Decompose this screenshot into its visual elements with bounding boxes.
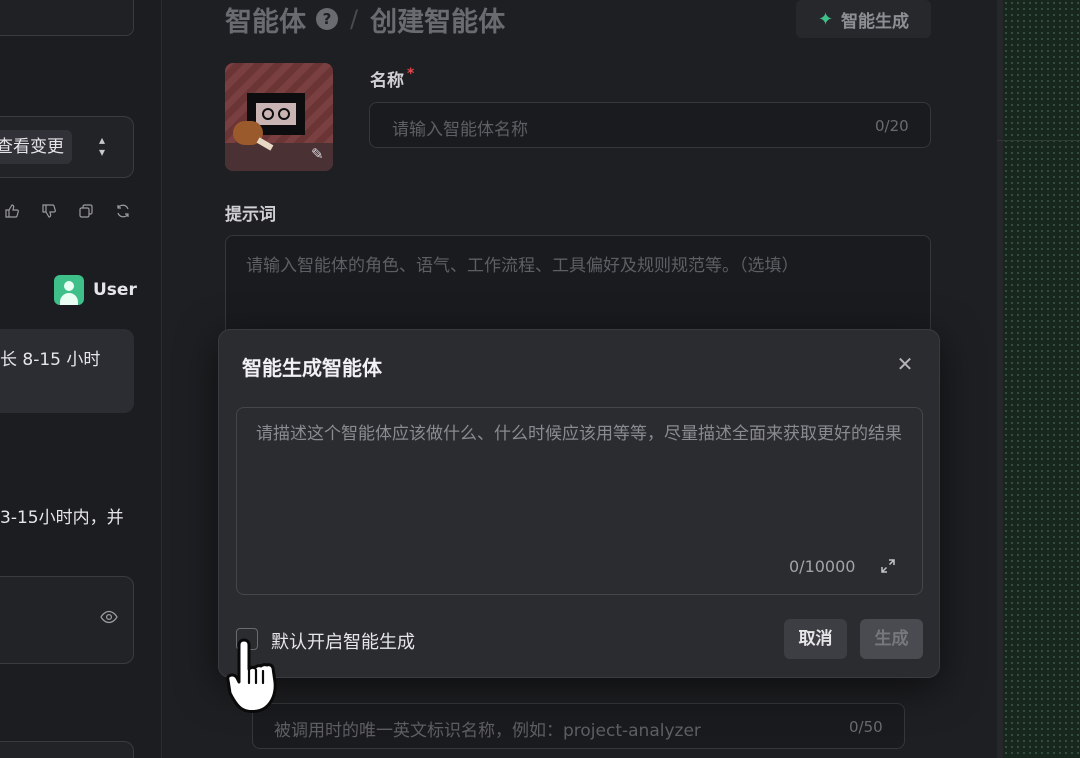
expand-icon[interactable] — [878, 558, 898, 578]
user-message-text: 长 8-15 小时 — [0, 350, 101, 370]
description-counter: 0/10000 — [789, 557, 856, 576]
eye-icon[interactable] — [100, 609, 118, 628]
thumbs-down-icon[interactable] — [39, 201, 59, 221]
assistant-message-text: 3-15小时内，并 — [0, 508, 124, 528]
identifier-placeholder: 被调用时的唯一英文标识名称，例如：project-analyzer — [274, 721, 701, 741]
thumbs-up-icon[interactable] — [2, 201, 22, 221]
view-changes-button[interactable]: 查看变更 — [0, 130, 72, 164]
name-input-placeholder: 请输入智能体名称 — [392, 120, 528, 140]
name-label: 名称 * — [370, 66, 414, 91]
name-counter: 0/20 — [875, 117, 909, 135]
page-title: 创建智能体 — [370, 6, 506, 38]
breadcrumb-root[interactable]: 智能体 — [225, 0, 306, 39]
breadcrumb-separator: / — [350, 5, 359, 33]
chat-panel: 查看变更 ▴ ▾ User 长 8-15 小时 3-15小时内，并 — [0, 0, 162, 758]
smart-generate-dialog: 智能生成智能体 ✕ 请描述这个智能体应该做什么、什么时候应该用等等，尽量描述全面… — [218, 329, 940, 678]
user-header: User — [54, 275, 137, 305]
preview-panel — [997, 0, 1080, 758]
prompt-label: 提示词 — [225, 205, 276, 225]
smart-generate-button[interactable]: ✦ 智能生成 — [796, 0, 931, 38]
message-actions — [2, 201, 133, 221]
smart-generate-label: 智能生成 — [841, 11, 910, 32]
sparkle-icon: ✦ — [817, 8, 834, 30]
chevron-up-down-icon[interactable]: ▴ ▾ — [92, 134, 112, 160]
help-icon[interactable]: ? — [316, 8, 338, 30]
hand-pointer-cursor-icon — [226, 636, 288, 716]
agent-avatar[interactable]: ✎ — [225, 63, 333, 171]
chat-input-box[interactable] — [0, 741, 134, 758]
generate-button[interactable]: 生成 — [860, 619, 923, 659]
identifier-input[interactable]: 被调用时的唯一英文标识名称，例如：project-analyzer 0/50 — [252, 703, 905, 749]
chat-top-box[interactable] — [0, 0, 134, 36]
close-icon[interactable]: ✕ — [893, 352, 917, 376]
dialog-title: 智能生成智能体 — [242, 356, 382, 380]
refresh-icon[interactable] — [113, 201, 133, 221]
name-input[interactable]: 请输入智能体名称 0/20 — [369, 102, 931, 148]
breadcrumb: 智能体 ? / 创建智能体 — [225, 0, 505, 38]
cancel-button[interactable]: 取消 — [784, 619, 847, 659]
user-avatar-icon — [54, 275, 84, 305]
user-message-bubble — [0, 329, 134, 413]
edit-pencil-icon[interactable]: ✎ — [311, 145, 324, 163]
identifier-counter: 0/50 — [849, 718, 883, 736]
auto-generate-label[interactable]: 默认开启智能生成 — [271, 628, 415, 654]
required-mark: * — [407, 66, 415, 82]
name-label-text: 名称 — [370, 71, 404, 91]
description-textarea[interactable]: 请描述这个智能体应该做什么、什么时候应该用等等，尽量描述全面来获取更好的结果 0… — [236, 407, 923, 595]
user-label: User — [93, 280, 137, 300]
description-placeholder: 请描述这个智能体应该做什么、什么时候应该用等等，尽量描述全面来获取更好的结果 — [256, 424, 902, 444]
prompt-placeholder: 请输入智能体的角色、语气、工作流程、工具偏好及规则规范等。（选填） — [246, 256, 799, 276]
copy-icon[interactable] — [76, 201, 96, 221]
